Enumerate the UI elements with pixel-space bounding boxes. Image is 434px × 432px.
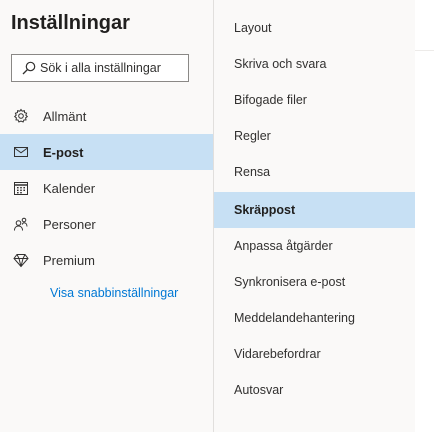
nav-item-label: Personer: [43, 216, 96, 232]
calendar-icon: [13, 180, 29, 196]
nav-item-people[interactable]: Personer: [0, 206, 213, 242]
nav-item-label: Allmänt: [43, 108, 87, 124]
gear-icon: [13, 108, 29, 124]
mail-settings-item-auto-reply[interactable]: Autosvar: [214, 372, 415, 408]
divider: [415, 50, 434, 51]
mail-settings-item-junk[interactable]: Skräppost: [214, 192, 415, 228]
mail-settings-item-customize-actions[interactable]: Anpassa åtgärder: [214, 228, 415, 264]
mail-settings-item-sweep[interactable]: Rensa: [214, 154, 415, 190]
settings-search-box[interactable]: [11, 54, 190, 82]
people-icon: [13, 216, 29, 232]
nav-item-premium[interactable]: Premium: [0, 242, 213, 278]
mail-settings-item-forwarding[interactable]: Vidarebefordrar: [214, 336, 415, 372]
settings-title: Inställningar: [11, 12, 130, 34]
nav-item-label: E-post: [43, 144, 84, 160]
mail-icon: [13, 144, 29, 160]
mail-settings-item-compose[interactable]: Skriva och svara: [214, 46, 415, 82]
nav-item-label: Premium: [43, 252, 96, 268]
mail-settings-item-message-handling[interactable]: Meddelandehantering: [214, 300, 415, 336]
mail-settings-item-layout[interactable]: Layout: [214, 10, 415, 46]
search-icon: [22, 61, 36, 75]
mail-settings-item-rules[interactable]: Regler: [214, 118, 415, 154]
mail-settings-item-attachments[interactable]: Bifogade filer: [214, 82, 415, 118]
nav-item-label: Kalender: [43, 180, 96, 196]
settings-search-input[interactable]: [36, 56, 190, 80]
nav-item-mail[interactable]: E-post: [0, 134, 213, 170]
nav-item-calendar[interactable]: Kalender: [0, 170, 213, 206]
quick-settings-link[interactable]: Visa snabbinställningar: [50, 287, 190, 300]
mail-settings-item-sync[interactable]: Synkronisera e-post: [214, 264, 415, 300]
settings-content-pane: [415, 0, 434, 432]
nav-item-general[interactable]: Allmänt: [0, 98, 213, 134]
settings-nav-pane: Inställningar Allmänt E-post: [0, 0, 213, 432]
mail-settings-list: Layout Skriva och svara Bifogade filer R…: [213, 0, 415, 432]
diamond-icon: [13, 252, 29, 268]
